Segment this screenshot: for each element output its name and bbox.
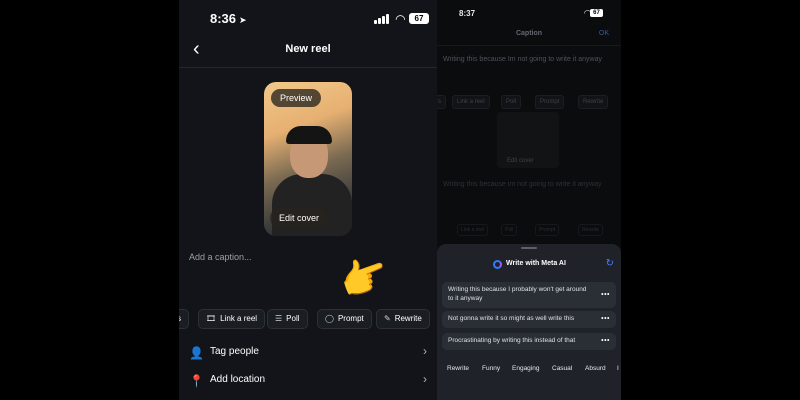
row-label: Tag people — [210, 346, 259, 357]
dimmed-edit-cover: Edit cover — [507, 158, 534, 164]
header-divider — [179, 67, 437, 68]
chip-poll: Poll — [501, 224, 518, 236]
preview-image-cap — [286, 126, 332, 144]
header: Caption OK — [437, 30, 621, 42]
caption-input[interactable]: Add a caption... — [189, 252, 252, 262]
suggestion-item[interactable]: Writing this because I probably won't ge… — [442, 282, 616, 308]
dimmed-caption-tools-2: Link a reel Poll Prompt Rewrite — [437, 224, 621, 236]
chip-link-a-reel: Link a reel — [457, 224, 489, 236]
chip-rewrite: Rewrite — [578, 95, 609, 109]
location-pin-icon: 📍 — [189, 374, 204, 388]
preview-button[interactable]: Preview — [271, 89, 322, 107]
caption-tools: s 🎞 Link a reel ☰ Poll ◯ Prompt ✎ Rewrite — [179, 309, 437, 329]
chip-tags: s — [437, 95, 446, 109]
header-divider — [437, 45, 621, 46]
dimmed-caption-text: Writing this because im not going to wri… — [443, 181, 602, 188]
chip-prompt: Prompt — [535, 95, 565, 109]
tone-more[interactable]: I — [617, 365, 619, 372]
prompt-icon: ◯ — [325, 314, 334, 323]
chip-link-a-reel: Link a reel — [452, 95, 490, 109]
row-tag-people[interactable]: 👤 Tag people › — [179, 342, 437, 366]
tone-engaging[interactable]: Engaging — [512, 365, 539, 372]
screenshot-stage: 8:36 ➤ ◠ 67 ‹ New reel Preview Edit cover… — [0, 0, 800, 400]
rewrite-icon: ✎ — [384, 314, 391, 323]
status-bar: 8:37 ◠ 67 — [437, 8, 621, 20]
reel-preview-card[interactable]: Preview Edit cover — [264, 82, 352, 236]
caption-screen: 8:37 ◠ 67 Caption OK Writing this becaus… — [437, 0, 621, 400]
suggestion-text: Writing this because I probably won't ge… — [448, 286, 587, 302]
header: ‹ New reel — [179, 38, 437, 60]
row-label: Add location — [210, 374, 266, 385]
chip-rewrite[interactable]: ✎ Rewrite — [376, 309, 430, 329]
tone-funny[interactable]: Funny — [482, 365, 500, 372]
meta-ai-sheet: Write with Meta AI ↻ Writing this becaus… — [437, 244, 621, 400]
chip-poll: Poll — [501, 95, 522, 109]
poll-icon: ☰ — [275, 314, 283, 323]
location-arrow-icon: ➤ — [239, 15, 247, 25]
chevron-right-icon: › — [423, 372, 427, 386]
meta-ai-icon — [493, 260, 502, 269]
wifi-icon: ◠ — [395, 12, 405, 26]
reel-icon: 🎞 — [206, 314, 217, 323]
suggestion-text: Not gonna write it so might as well writ… — [448, 315, 575, 322]
refresh-icon[interactable]: ↻ — [606, 258, 614, 269]
dimmed-preview: Edit cover — [497, 112, 559, 168]
edit-cover-button[interactable]: Edit cover — [270, 208, 329, 228]
suggestion-item[interactable]: Not gonna write it so might as well writ… — [442, 311, 616, 328]
page-title: New reel — [285, 43, 331, 55]
chip-prompt: Prompt — [535, 224, 560, 236]
chip-prompt[interactable]: ◯ Prompt — [317, 309, 372, 329]
status-bar: 8:36 ➤ ◠ 67 — [179, 10, 437, 28]
chip-tags[interactable]: s — [179, 309, 189, 329]
chevron-right-icon: › — [423, 344, 427, 358]
tone-absurd[interactable]: Absurd — [585, 365, 606, 372]
sheet-title: Write with Meta AI — [506, 260, 566, 267]
status-time: 8:37 — [459, 9, 476, 18]
chip-rewrite: Rewrite — [578, 224, 603, 236]
sheet-grabber[interactable] — [521, 247, 537, 249]
signal-icon — [374, 14, 389, 24]
tone-options: Rewrite Funny Engaging Casual Absurd I — [437, 365, 621, 375]
chip-link-a-reel[interactable]: 🎞 Link a reel — [198, 309, 266, 329]
pointing-hand-icon: 👉 — [333, 248, 396, 308]
dimmed-caption-tools: s Link a reel Poll Prompt Rewrite — [437, 95, 621, 109]
row-add-location[interactable]: 📍 Add location › — [179, 370, 437, 394]
page-title: Caption — [515, 30, 543, 37]
more-options-icon[interactable]: ••• — [601, 290, 610, 299]
suggestion-text: Procrastinating by writing this instead … — [448, 337, 576, 344]
more-options-icon[interactable]: ••• — [601, 315, 610, 324]
battery-icon: 67 — [409, 13, 429, 24]
status-time: 8:36 ➤ — [210, 11, 247, 26]
caption-text[interactable]: Writing this because Im not going to wri… — [443, 56, 602, 63]
more-options-icon[interactable]: ••• — [601, 337, 610, 346]
battery-icon: 67 — [590, 9, 603, 17]
chip-poll[interactable]: ☰ Poll — [267, 309, 308, 329]
new-reel-screen: 8:36 ➤ ◠ 67 ‹ New reel Preview Edit cover… — [179, 0, 437, 400]
ok-button[interactable]: OK — [599, 30, 609, 37]
suggestion-item[interactable]: Procrastinating by writing this instead … — [442, 333, 616, 350]
tone-rewrite[interactable]: Rewrite — [447, 365, 469, 372]
tag-people-icon: 👤 — [189, 346, 204, 360]
tone-casual[interactable]: Casual — [552, 365, 572, 372]
